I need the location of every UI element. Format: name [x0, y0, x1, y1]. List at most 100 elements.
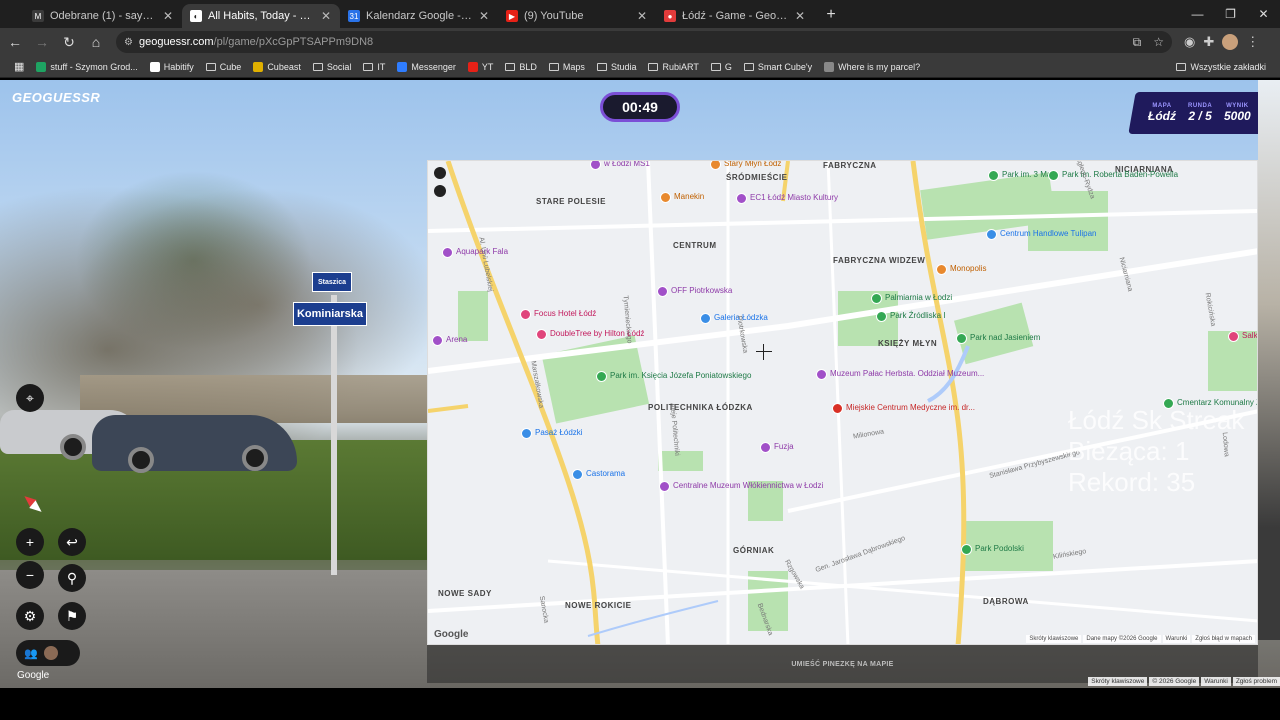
site-info-icon[interactable]: ⚙ [124, 37, 133, 48]
map-poi-marker-icon[interactable] [986, 229, 997, 240]
bookmark-11[interactable]: RubiART [642, 62, 704, 72]
map-poi-marker-icon[interactable] [816, 369, 827, 380]
tab-3[interactable]: ▶ (9) YouTube ✕ [498, 4, 656, 28]
flag-button[interactable]: ⚑ [58, 602, 86, 630]
checkpoint-button[interactable]: ⚲ [58, 564, 86, 592]
incognito-icon[interactable]: ◉ [1184, 34, 1195, 50]
map-poi-marker-icon[interactable] [660, 192, 671, 203]
map-poi-marker-icon[interactable] [1228, 331, 1239, 342]
settings-button[interactable]: ⚙ [16, 602, 44, 630]
map-pin-toggle-icon[interactable] [434, 185, 446, 197]
geoguessr-viewport[interactable]: Kominiarska Staszica GEOGUESSR 00:49 MAP… [0, 80, 1280, 688]
forward-button[interactable]: → [30, 30, 54, 54]
bookmark-5[interactable]: IT [357, 62, 391, 72]
map-poi-marker-icon[interactable] [736, 193, 747, 204]
tab-close-icon[interactable]: ✕ [478, 9, 490, 23]
map-poi-marker-icon[interactable] [988, 170, 999, 181]
map-poi-marker-icon[interactable] [657, 286, 668, 297]
streetview-attribution-link[interactable]: Zgłoś problem [1232, 677, 1280, 686]
bookmark-9[interactable]: Maps [543, 62, 591, 72]
tab-close-icon[interactable]: ✕ [636, 9, 648, 23]
streak-record: Rekord: 35 [1068, 467, 1196, 497]
map-attribution-link[interactable]: Skróty klawiszowe [1026, 635, 1082, 643]
tab-title: Łódź - Game - GeoGuessr [682, 10, 788, 22]
map-poi-marker-icon[interactable] [832, 403, 843, 414]
map-poi-marker-icon[interactable] [659, 481, 670, 492]
streetview-attribution-link[interactable]: © 2026 Google [1149, 677, 1200, 686]
map-poi-marker-icon[interactable] [432, 335, 443, 346]
map-poi-marker-icon[interactable] [520, 309, 531, 320]
map-attribution-link[interactable]: Warunki [1162, 635, 1191, 643]
map-poi-marker-icon[interactable] [1048, 170, 1059, 181]
minimize-button[interactable]: — [1181, 0, 1214, 28]
geoguessr-logo[interactable]: GEOGUESSR [12, 90, 100, 105]
bookmark-2[interactable]: Cube [200, 62, 248, 72]
reload-button[interactable]: ↻ [57, 30, 81, 54]
new-tab-button[interactable]: + [820, 4, 842, 26]
bookmark-10[interactable]: Studia [591, 62, 643, 72]
map-poi-marker-icon[interactable] [572, 469, 583, 480]
hud-round-value: 2 / 5 [1188, 109, 1212, 123]
map-attribution-link[interactable]: Dane mapy ©2026 Google [1083, 635, 1161, 643]
bookmark-13[interactable]: Smart Cube'y [738, 62, 818, 72]
map-attribution-link[interactable]: Zgłoś błąd w mapach [1192, 635, 1255, 643]
tab-close-icon[interactable]: ✕ [162, 9, 174, 23]
compass[interactable] [20, 492, 45, 516]
map-poi-label: Fuzja [774, 442, 794, 451]
tab-close-icon[interactable]: ✕ [320, 9, 332, 23]
tab-1[interactable]: ◐ All Habits, Today - Habitify ✕ [182, 4, 340, 28]
close-window-button[interactable]: ✕ [1247, 0, 1280, 28]
bottom-bar [0, 688, 1280, 720]
map-district-label: ŚRÓDMIEŚCIE [726, 173, 788, 182]
bookmark-0[interactable]: stuff - Szymon Grod... [30, 61, 143, 72]
map-poi-marker-icon[interactable] [760, 442, 771, 453]
map-poi-marker-icon[interactable] [536, 329, 547, 340]
maximize-button[interactable]: ❐ [1214, 0, 1247, 28]
map-poi-marker-icon[interactable] [700, 313, 711, 324]
zoom-in-button[interactable]: + [16, 528, 44, 556]
map-poi-marker-icon[interactable] [936, 264, 947, 275]
tab-2[interactable]: 31 Kalendarz Google - Tydzień, w ✕ [340, 4, 498, 28]
bookmark-3[interactable]: Cubeast [247, 61, 307, 72]
bookmark-label: BLD [519, 61, 537, 72]
menu-icon[interactable]: ⋮ [1246, 34, 1259, 50]
apps-grid-icon[interactable]: ▦ [8, 60, 30, 73]
wheel [60, 434, 86, 460]
map-poi-label: OFF Piotrkowska [671, 286, 733, 295]
map-resize-icon[interactable] [434, 167, 446, 179]
bookmark-7[interactable]: YT [462, 61, 500, 72]
bookmark-4[interactable]: Social [307, 62, 358, 72]
tab-0[interactable]: M Odebrane (1) - saymoongrodz ✕ [24, 4, 182, 28]
all-bookmarks[interactable]: Wszystkie zakładki [1170, 62, 1272, 72]
bookmark-12[interactable]: G [705, 62, 738, 72]
map-poi-marker-icon[interactable] [876, 311, 887, 322]
map-poi-marker-icon[interactable] [956, 333, 967, 344]
street-sign-secondary: Staszica [312, 272, 352, 292]
back-button[interactable]: ← [3, 30, 27, 54]
map-poi-marker-icon[interactable] [961, 544, 972, 555]
profile-avatar[interactable] [1222, 34, 1239, 50]
undo-move-button[interactable]: ↩ [58, 528, 86, 556]
guess-map[interactable]: STARE POLESIE CENTRUM FABRYCZNA ŚRÓDMIEŚCIE… [427, 160, 1258, 645]
bookmark-star-icon[interactable]: ☆ [1153, 35, 1164, 50]
bookmark-6[interactable]: Messenger [391, 61, 462, 72]
map-poi-marker-icon[interactable] [521, 428, 532, 439]
bookmark-8[interactable]: BLD [499, 62, 543, 72]
home-button[interactable]: ⌂ [84, 30, 108, 54]
return-to-start-button[interactable]: ⌖ [16, 384, 44, 412]
extensions-icon[interactable]: ✚ [1203, 34, 1214, 50]
map-poi-marker-icon[interactable] [596, 371, 607, 382]
map-poi-marker-icon[interactable] [442, 247, 453, 258]
address-bar[interactable]: ⚙ geoguessr.com/pl/game/pXcGpPTSAPPm9DN8… [116, 31, 1172, 53]
bookmark-1[interactable]: Habitify [144, 61, 200, 72]
map-poi-marker-icon[interactable] [871, 293, 882, 304]
tab-close-icon[interactable]: ✕ [794, 9, 806, 23]
tab-4[interactable]: ● Łódź - Game - GeoGuessr ✕ [656, 4, 814, 28]
map-poi-label: Salk [1242, 331, 1258, 340]
bookmark-14[interactable]: Where is my parcel? [818, 61, 926, 72]
zoom-out-button[interactable]: − [16, 561, 44, 589]
streetview-attribution-link[interactable]: Warunki [1201, 677, 1231, 686]
players-pill[interactable]: 👥 [16, 640, 80, 666]
install-app-icon[interactable]: ⧉ [1133, 35, 1142, 50]
streetview-attribution-link[interactable]: Skróty klawiszowe [1088, 677, 1148, 686]
